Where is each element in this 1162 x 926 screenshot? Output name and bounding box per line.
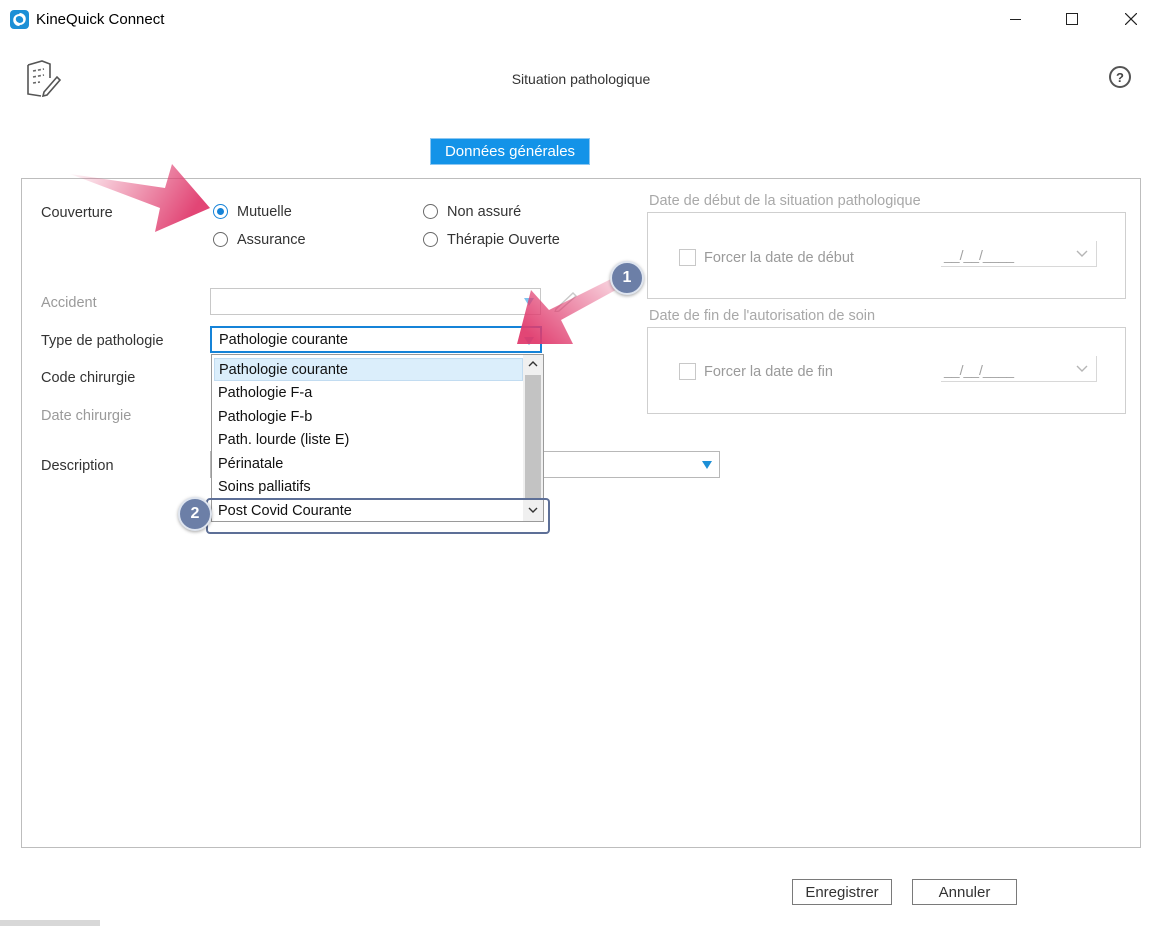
- save-button[interactable]: Enregistrer: [792, 879, 892, 905]
- type-pathologie-label: Type de pathologie: [41, 333, 164, 349]
- forcer-date-fin-checkbox[interactable]: [679, 363, 696, 380]
- list-item[interactable]: Soins palliatifs: [214, 476, 523, 499]
- scrollbar-thumb[interactable]: [525, 375, 541, 499]
- minimize-icon: [1009, 18, 1021, 20]
- annotation-badge-1: 1: [610, 261, 644, 295]
- help-icon[interactable]: ?: [1109, 66, 1131, 88]
- scroll-up-icon[interactable]: [528, 360, 538, 368]
- dropdown-arrow-icon: [702, 461, 712, 469]
- app-logo-icon: [10, 10, 29, 29]
- code-chirurgie-label: Code chirurgie: [41, 370, 136, 386]
- cancel-button[interactable]: Annuler: [912, 879, 1017, 905]
- forcer-date-fin-label: Forcer la date de fin: [704, 364, 833, 380]
- window-title: KineQuick Connect: [36, 11, 165, 28]
- accident-select[interactable]: [210, 288, 541, 315]
- type-pathologie-dropdown-list: Pathologie courante Pathologie F-a Patho…: [211, 354, 544, 522]
- date-fin-group-title: Date de fin de l'autorisation de soin: [649, 308, 876, 324]
- date-chirurgie-label: Date chirurgie: [41, 408, 132, 424]
- page-title: Situation pathologique: [511, 71, 651, 87]
- date-debut-picker[interactable]: __/__/____: [941, 241, 1097, 267]
- date-fin-value: __/__/____: [944, 362, 1015, 378]
- minimize-button[interactable]: [986, 0, 1044, 38]
- radio-mutuelle-label[interactable]: Mutuelle: [237, 204, 292, 220]
- radio-assurance-label[interactable]: Assurance: [237, 232, 306, 248]
- status-strip: [0, 920, 100, 926]
- annotation-badge-2: 2: [178, 497, 212, 531]
- date-debut-group-title: Date de début de la situation pathologiq…: [649, 193, 921, 209]
- list-item[interactable]: Périnatale: [214, 453, 523, 476]
- maximize-icon: [1066, 13, 1078, 25]
- accident-label: Accident: [41, 295, 97, 311]
- chevron-down-icon: [1076, 365, 1088, 372]
- radio-non-assure-label[interactable]: Non assuré: [447, 204, 521, 220]
- list-item[interactable]: Pathologie F-b: [214, 406, 523, 429]
- date-debut-value: __/__/____: [944, 247, 1015, 263]
- forcer-date-debut-label: Forcer la date de début: [704, 250, 854, 266]
- list-item[interactable]: Pathologie courante: [214, 358, 523, 381]
- maximize-button[interactable]: [1043, 0, 1101, 38]
- type-pathologie-select[interactable]: Pathologie courante: [210, 326, 542, 353]
- radio-therapie-ouverte[interactable]: [423, 232, 438, 247]
- annotation-arrow-left-icon: [70, 164, 210, 232]
- list-item[interactable]: Path. lourde (liste E): [214, 429, 523, 452]
- description-label: Description: [41, 458, 114, 474]
- radio-non-assure[interactable]: [423, 204, 438, 219]
- radio-therapie-ouverte-label[interactable]: Thérapie Ouverte: [447, 232, 560, 248]
- annotation-highlight-box: [206, 498, 550, 534]
- list-item[interactable]: Pathologie F-a: [214, 382, 523, 405]
- type-pathologie-value: Pathologie courante: [219, 332, 348, 348]
- forcer-date-debut-checkbox[interactable]: [679, 249, 696, 266]
- close-button[interactable]: [1102, 0, 1160, 38]
- annotation-arrow-right-icon: [517, 276, 623, 344]
- close-icon: [1125, 13, 1137, 25]
- tab-donnees-generales[interactable]: Données générales: [430, 138, 590, 165]
- chevron-down-icon: [1076, 250, 1088, 257]
- date-fin-picker[interactable]: __/__/____: [941, 356, 1097, 382]
